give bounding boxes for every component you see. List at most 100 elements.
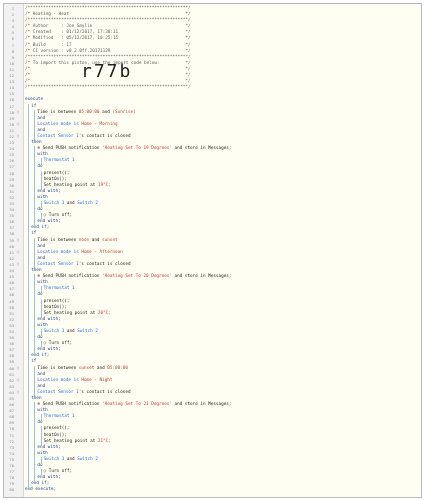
thermostat-device: Thermostat 1 [43,158,75,164]
switch-2-device: Switch 2 [77,456,98,462]
push-message: 'Heating Set To 21 Degrees' [102,402,172,408]
location-mode-value: Home - Afternoon [81,249,123,255]
end-if-keyword: end if; [31,225,50,231]
turn-off-command: Turn off; [48,213,73,219]
switch-1-device: Switch 1 [43,328,65,334]
header-comment-line: /* */ [25,79,191,85]
header-comment-line: /* Modified : 05/12/2017, 10:25:15 */ [25,36,191,42]
condition-text: Time is between [37,109,79,115]
do-keyword: do [37,207,43,213]
present-call: present(); [43,170,70,176]
then-keyword: then [31,140,42,146]
turn-off-command: Turn off; [48,341,73,347]
time-from: 05:00:00 [78,109,100,115]
header-comment-line: /***************************************… [25,18,191,24]
set-heating-label: Set heating point at [43,182,98,188]
push-message: 'Heating Set To 19 Degrees' [102,146,172,152]
set-heating-label: Set heating point at [43,310,98,316]
header-comment-line: /***************************************… [25,54,191,60]
store-label: and store in Messages; [171,146,232,152]
and-keyword: and [37,127,46,133]
with-keyword: with [37,408,48,414]
store-label: and store in Messages; [171,402,232,408]
with-keyword: with [37,322,48,328]
and-keyword: and [37,371,46,377]
do-keyword: do [37,420,43,426]
import-code[interactable]: r77b [81,62,132,80]
location-mode-label: Location mode is [37,121,82,127]
with-keyword: with [37,280,48,286]
heaton-call: heatOn(); [43,304,67,310]
store-label: and store in Messages; [171,274,232,280]
end-with-keyword: end with; [37,475,61,481]
time-to: 05:00:00 [107,365,128,371]
heating-setpoint: 20°C; [97,310,111,316]
send-push-label: Send PUSH notification [42,146,103,152]
time-to: sunset [102,237,118,243]
if-keyword: if [31,103,37,109]
piston-code-editor[interactable]: 1/**************************************… [3,3,422,498]
code-lines: 1/**************************************… [4,6,421,494]
do-keyword: do [37,292,43,298]
time-from: sunset [78,365,95,371]
present-call: present(); [43,426,70,432]
end-with-keyword: end with; [37,347,61,353]
line-number: 80 [9,487,14,493]
and-keyword: and [37,255,46,261]
condition-text: and [94,365,108,371]
thermostat-device: Thermostat 1 [43,414,75,420]
contact-sensor: Contact Sensor 1 [37,133,79,139]
then-keyword: then [31,396,42,401]
code-line: 80 end execute; [4,487,421,493]
if-keyword: if [31,359,37,365]
send-push-label: Send PUSH notification [42,274,103,280]
execute-keyword: execute [25,97,44,103]
contact-condition: 's contact is closed [78,389,131,395]
end-with-keyword: end with; [37,188,61,194]
do-keyword: do [37,463,43,469]
with-keyword: with [37,450,48,456]
heating-setpoint: 19°C; [97,182,111,188]
contact-sensor: Contact Sensor 1 [37,261,79,267]
send-push-label: Send PUSH notification [42,402,103,408]
end-with-keyword: end with; [37,444,61,450]
and-keyword: and [37,115,46,121]
thermostat-device: Thermostat 1 [43,286,75,292]
code-text: end execute; [25,487,56,493]
contact-condition: 's contact is closed [78,133,131,139]
do-keyword: do [37,164,43,170]
turn-off-command: Turn off; [48,469,73,475]
header-comment-line: /* Heating - Heat */ [25,12,191,18]
and-keyword: and [37,383,46,389]
location-mode-value: Home - Morning [81,121,118,127]
condition-text: Time is between [37,237,79,243]
header-comment-line: /* CI version : v0.2.0ff.20171129 */ [25,48,191,54]
do-keyword: do [37,335,43,341]
with-keyword: with [37,152,48,158]
condition-text: and [99,109,113,115]
header-comment-line: /* Build : 17 */ [25,42,191,48]
location-mode-value: Home - Night [81,377,113,383]
header-comment-line: /* Author : Joe Smylie */ [25,24,191,30]
end-with-keyword: end with; [37,219,61,225]
set-heating-label: Set heating point at [43,438,98,444]
condition-text: Time is between [37,365,79,371]
location-mode-label: Location mode is [37,249,82,255]
then-keyword: then [31,268,42,274]
present-call: present(); [43,298,70,304]
heating-setpoint: 21°C; [97,438,111,444]
heaton-call: heatOn(); [43,176,67,182]
contact-sensor: Contact Sensor 1 [37,389,79,395]
condition-text: and [89,237,103,243]
and-keyword: and [37,243,46,249]
if-keyword: if [31,231,37,237]
and-text: and [64,201,78,206]
with-keyword: with [37,194,48,200]
switch-1-device: Switch 1 [43,456,65,462]
header-comment-line: /***************************************… [25,85,191,91]
push-message: 'Heating Set To 20 Degrees' [102,274,172,280]
time-to: (Sunrise) [112,109,136,115]
switch-2-device: Switch 2 [77,201,98,206]
time-from: noon [78,237,90,243]
end-with-keyword: end with; [37,316,61,322]
